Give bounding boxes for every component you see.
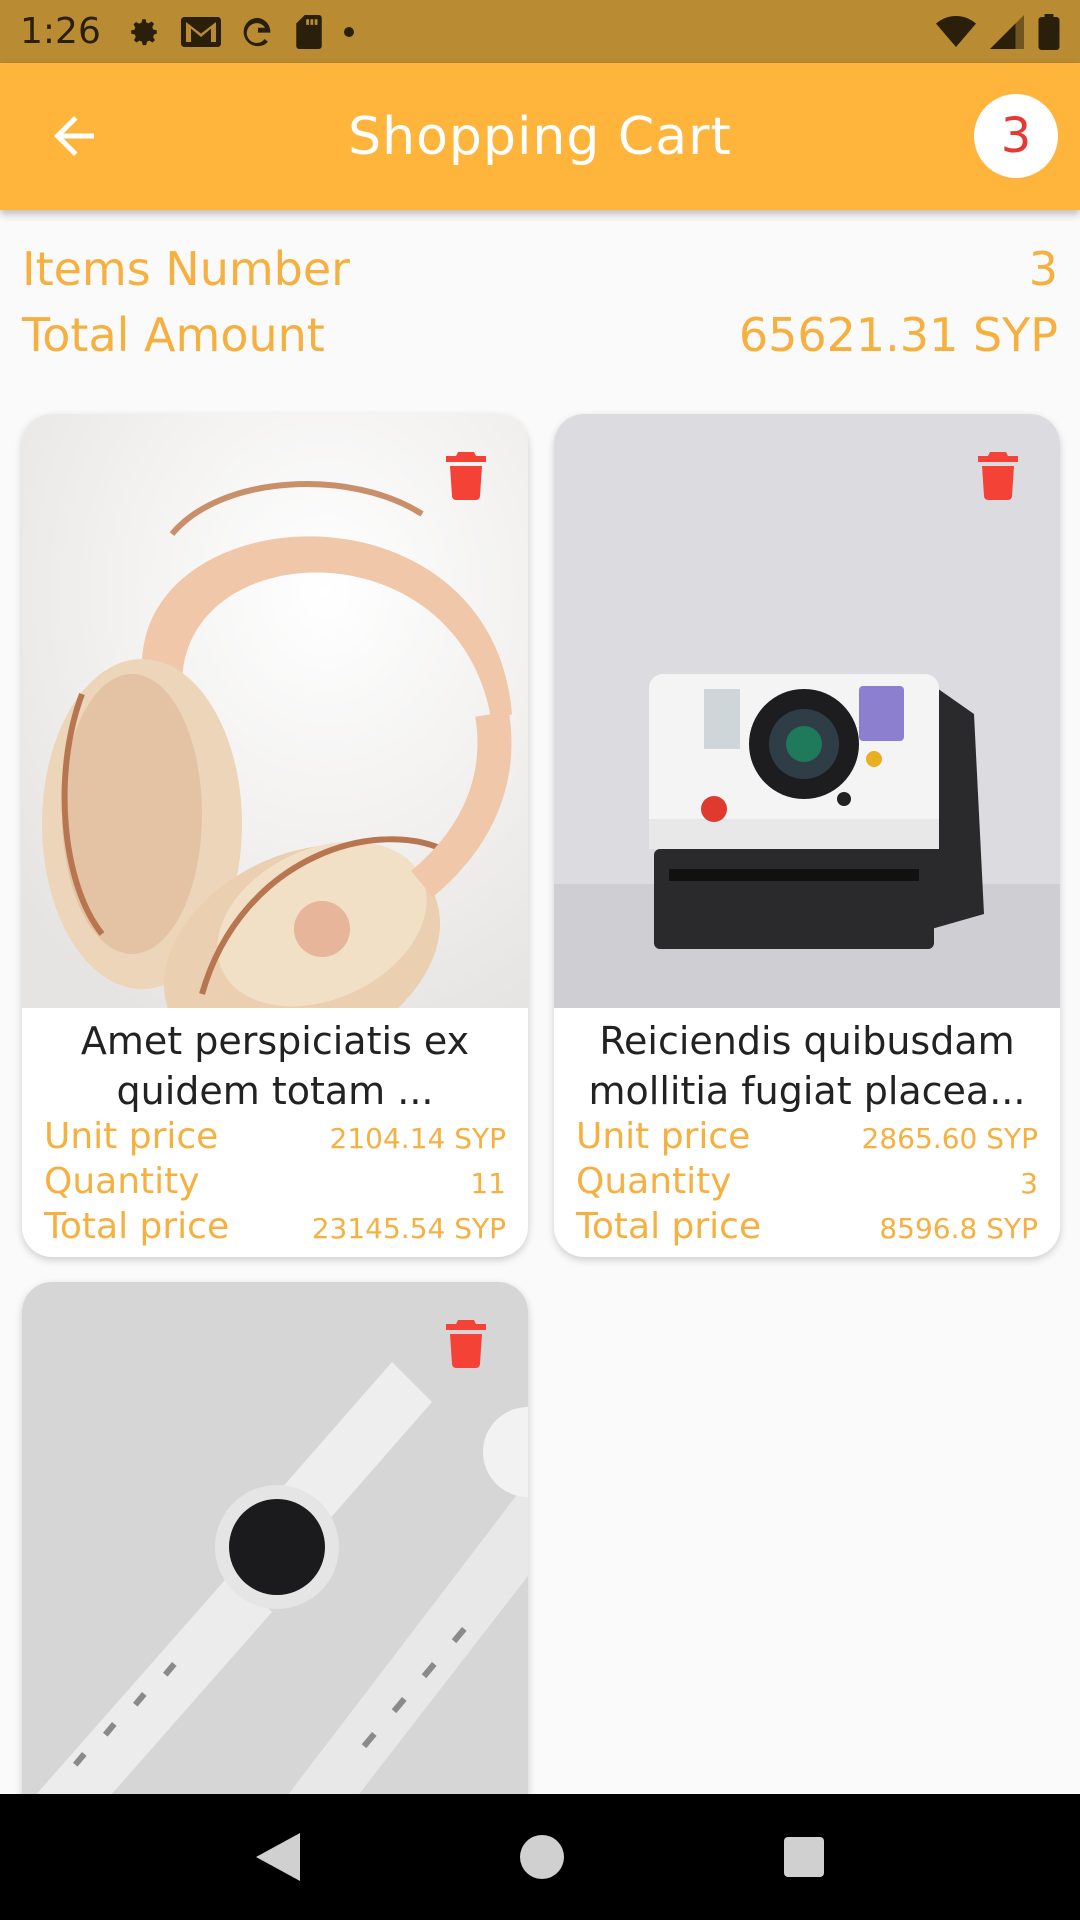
total-price-value: 23145.54 SYP <box>311 1212 506 1245</box>
total-price-row: Total price 8596.8 SYP <box>576 1206 1038 1251</box>
unit-price-value: 2104.14 SYP <box>329 1122 506 1155</box>
total-price-label: Total price <box>44 1206 230 1247</box>
cart-item-card[interactable]: Amet perspiciatis ex quidem totam ... Un… <box>22 414 528 1257</box>
back-arrow-icon[interactable] <box>44 106 104 166</box>
quantity-value: 11 <box>470 1167 506 1200</box>
product-title: Reiciendis quibusdam mollitia fugiat pla… <box>588 1019 1026 1113</box>
wifi-icon <box>936 15 976 47</box>
google-icon <box>243 17 271 46</box>
status-time: 1:26 <box>20 11 101 52</box>
app-bar: Shopping Cart 3 <box>0 63 1080 210</box>
page-title: Shopping Cart <box>348 106 732 167</box>
unit-price-row: Unit price 2865.60 SYP <box>576 1116 1038 1161</box>
cart-item-card[interactable]: Reiciendis quibusdam mollitia fugiat pla… <box>554 414 1060 1257</box>
product-image-smartwatch <box>22 1282 528 1842</box>
system-nav-bar <box>0 1794 1080 1920</box>
quantity-row: Quantity 11 <box>44 1161 506 1206</box>
quantity-label: Quantity <box>576 1161 732 1202</box>
battery-icon <box>1038 13 1060 50</box>
total-amount-value: 65621.31 SYP <box>738 308 1058 362</box>
sd-card-icon <box>296 14 322 49</box>
product-image-instant-camera <box>554 414 1060 1008</box>
cart-item-card[interactable] <box>22 1282 528 1842</box>
quantity-row: Quantity 3 <box>576 1161 1038 1206</box>
nav-recents-icon[interactable] <box>784 1837 824 1877</box>
delete-icon[interactable] <box>446 1320 486 1368</box>
total-price-value: 8596.8 SYP <box>879 1212 1038 1245</box>
delete-icon[interactable] <box>446 452 486 500</box>
dot-icon <box>343 26 354 37</box>
status-bar: 1:26 <box>0 0 1080 63</box>
cart-count-badge[interactable]: 3 <box>974 94 1058 178</box>
items-number-label: Items Number <box>22 242 351 296</box>
gmail-icon <box>180 16 221 47</box>
total-price-row: Total price 23145.54 SYP <box>44 1206 506 1251</box>
nav-back-icon[interactable] <box>256 1833 300 1881</box>
delete-icon[interactable] <box>978 452 1018 500</box>
cart-summary: Items Number 3 Total Amount 65621.31 SYP <box>22 236 1058 368</box>
product-title: Amet perspiciatis ex quidem totam ... <box>80 1019 470 1113</box>
items-number-row: Items Number 3 <box>22 236 1058 302</box>
items-number-value: 3 <box>1028 242 1058 296</box>
total-amount-row: Total Amount 65621.31 SYP <box>22 302 1058 368</box>
quantity-value: 3 <box>1020 1167 1038 1200</box>
nav-home-icon[interactable] <box>520 1835 564 1879</box>
unit-price-label: Unit price <box>44 1116 219 1157</box>
product-image-headphones <box>22 414 528 1008</box>
quantity-label: Quantity <box>44 1161 200 1202</box>
unit-price-label: Unit price <box>576 1116 751 1157</box>
signal-icon <box>990 14 1024 49</box>
unit-price-row: Unit price 2104.14 SYP <box>44 1116 506 1161</box>
total-amount-label: Total Amount <box>22 308 325 362</box>
total-price-label: Total price <box>576 1206 762 1247</box>
settings-icon <box>131 18 157 45</box>
unit-price-value: 2865.60 SYP <box>861 1122 1038 1155</box>
